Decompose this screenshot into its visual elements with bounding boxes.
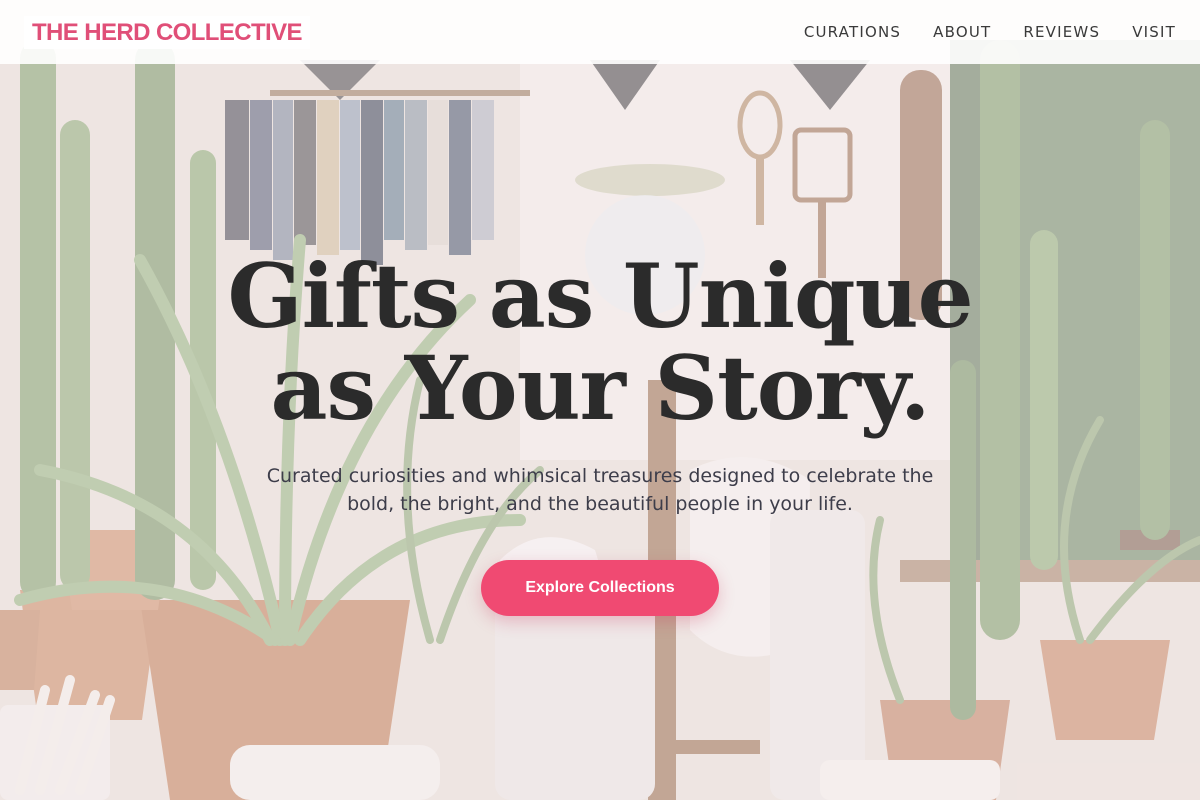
hero-title-line-2: as Your Story.: [270, 336, 931, 440]
site-header: THE HERD COLLECTIVE CURATIONS ABOUT REVI…: [0, 0, 1200, 64]
nav-link-curations[interactable]: CURATIONS: [804, 23, 901, 41]
nav-link-reviews[interactable]: REVIEWS: [1023, 23, 1100, 41]
nav-link-visit[interactable]: VISIT: [1132, 23, 1176, 41]
hero-title-line-1: Gifts as Unique: [227, 244, 973, 348]
hero-title: Gifts as Unique as Your Story.: [0, 250, 1200, 434]
nav-link-about[interactable]: ABOUT: [933, 23, 991, 41]
hero-subtitle: Curated curiosities and whimsical treasu…: [266, 465, 934, 515]
hero-section: Gifts as Unique as Your Story. Curated c…: [0, 250, 1200, 616]
brand-logo[interactable]: THE HERD COLLECTIVE: [24, 15, 310, 49]
main-nav: CURATIONS ABOUT REVIEWS VISIT: [804, 23, 1176, 41]
explore-collections-button[interactable]: Explore Collections: [481, 560, 719, 616]
